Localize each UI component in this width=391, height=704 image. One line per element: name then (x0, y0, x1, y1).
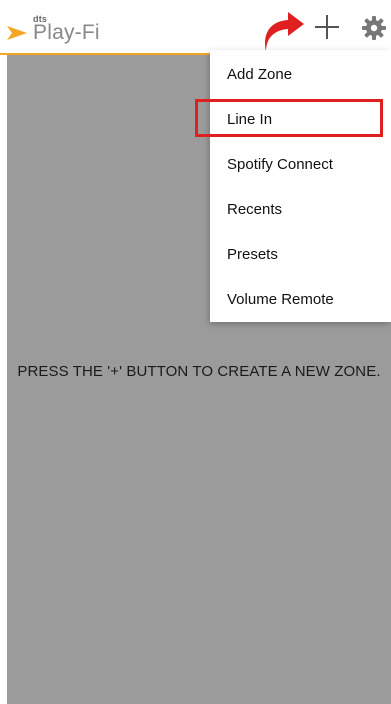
play-fi-logo: dts Play-Fi (7, 14, 127, 48)
logo-play-fi-text: Play-Fi (33, 21, 100, 44)
add-menu-dropdown: Add Zone Line In Spotify Connect Recents… (210, 50, 391, 322)
menu-item-spotify-connect[interactable]: Spotify Connect (210, 142, 391, 186)
curved-arrow-icon (265, 12, 304, 50)
menu-item-label: Presets (227, 246, 278, 263)
menu-item-recents[interactable]: Recents (210, 187, 391, 231)
menu-item-label: Line In (227, 111, 273, 128)
gear-icon[interactable] (361, 15, 387, 41)
menu-item-label: Recents (227, 201, 283, 218)
empty-zones-message: PRESS THE '+' BUTTON TO CREATE A NEW ZON… (17, 363, 381, 380)
menu-item-add-zone[interactable]: Add Zone (210, 52, 391, 96)
menu-item-label: Volume Remote (227, 291, 334, 308)
app-header: dts Play-Fi (0, 0, 391, 55)
menu-item-line-in[interactable]: Line In (210, 97, 391, 141)
logo-chevron-icon (7, 26, 27, 40)
plus-icon[interactable] (312, 12, 342, 42)
menu-item-label: Add Zone (227, 66, 293, 83)
menu-item-volume-remote[interactable]: Volume Remote (210, 277, 391, 321)
menu-item-label: Spotify Connect (227, 156, 333, 173)
menu-item-presets[interactable]: Presets (210, 232, 391, 276)
